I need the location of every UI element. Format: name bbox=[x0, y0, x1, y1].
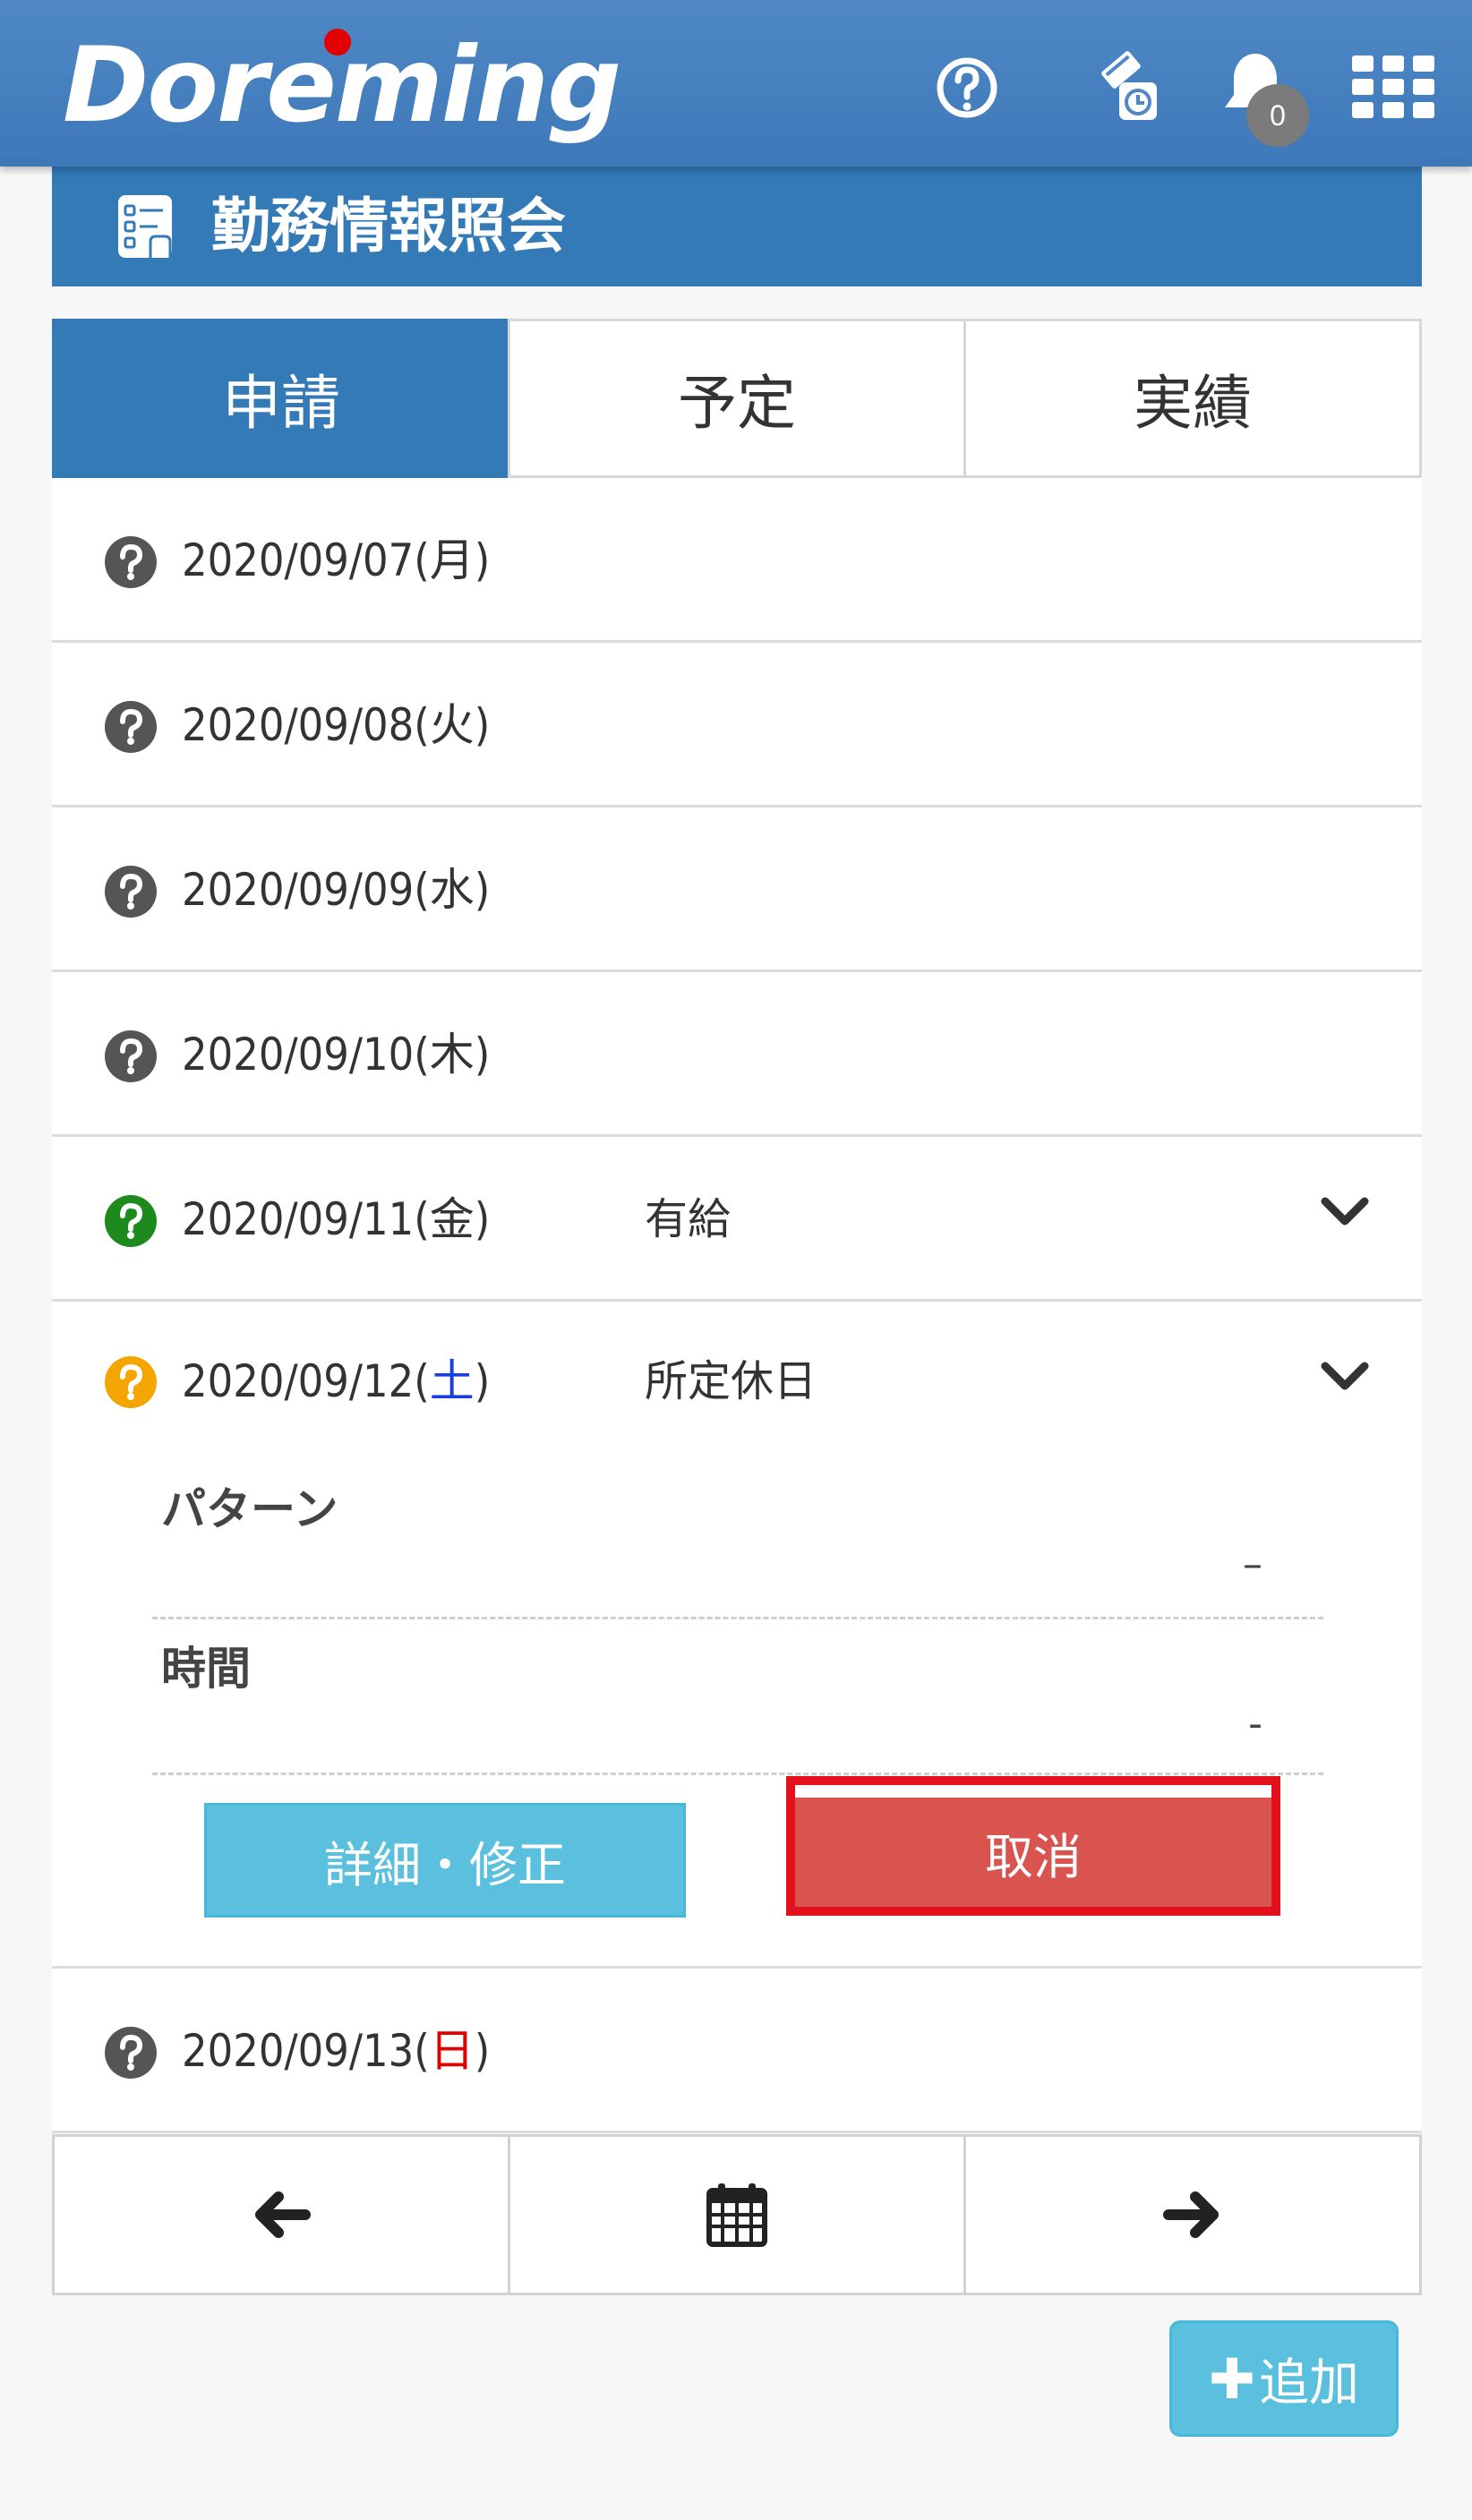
chevron-down-icon[interactable] bbox=[1318, 1359, 1372, 1395]
tab-bar: 申請 予定 実績 bbox=[52, 319, 1422, 478]
edit-details-button[interactable]: 詳細・修正 bbox=[204, 1803, 686, 1918]
row-request-type: 所定休日 bbox=[645, 1356, 817, 1406]
divider bbox=[152, 1617, 1323, 1619]
arrow-left-icon bbox=[255, 2191, 311, 2238]
arrow-right-icon bbox=[1163, 2191, 1219, 2238]
row-date: 2020/09/12 bbox=[182, 1355, 415, 1407]
list-item[interactable]: 2020/09/10(木) bbox=[52, 972, 1422, 1137]
pattern-label: パターン bbox=[161, 1483, 338, 1535]
row-date: 2020/09/10 bbox=[182, 1029, 415, 1081]
pattern-value: – bbox=[1243, 1542, 1262, 1587]
status-pending-question-icon bbox=[105, 1356, 157, 1408]
list-item[interactable]: 2020/09/07(月) bbox=[52, 478, 1422, 643]
time-label: 時間 bbox=[161, 1643, 251, 1695]
status-question-icon bbox=[105, 536, 157, 588]
app-header: Doreming 0 bbox=[0, 0, 1472, 167]
list-item-expanded[interactable]: 2020/09/12(土) 所定休日 パターン – 時間 - 詳細・修正 取消 bbox=[52, 1302, 1422, 1969]
tab-application[interactable]: 申請 bbox=[52, 319, 510, 478]
row-request-type: 有給 bbox=[645, 1194, 732, 1244]
previous-week-button[interactable] bbox=[52, 2134, 510, 2295]
row-date: 2020/09/07 bbox=[182, 534, 415, 586]
logo-dot bbox=[324, 29, 351, 56]
date-navigation bbox=[52, 2134, 1422, 2295]
row-weekday: 火 bbox=[429, 699, 475, 751]
row-weekday: 木 bbox=[429, 1029, 475, 1081]
add-request-button[interactable]: ✚ 追加 bbox=[1169, 2320, 1399, 2437]
list-item[interactable]: 2020/09/11(金) 有給 bbox=[52, 1137, 1422, 1302]
row-weekday: 月 bbox=[429, 534, 475, 586]
tab-schedule[interactable]: 予定 bbox=[508, 319, 966, 478]
status-question-icon bbox=[105, 2027, 157, 2079]
app-grid-icon[interactable] bbox=[1348, 43, 1438, 132]
row-weekday-sunday: 日 bbox=[429, 2025, 475, 2077]
row-date: 2020/09/11 bbox=[182, 1193, 415, 1245]
help-icon[interactable] bbox=[922, 43, 1012, 132]
plus-icon: ✚ bbox=[1209, 2345, 1255, 2412]
row-date: 2020/09/08 bbox=[182, 699, 415, 751]
row-weekday: 金 bbox=[429, 1193, 475, 1245]
time-value: - bbox=[1248, 1701, 1262, 1747]
page-title: 勤務情報照会 bbox=[211, 192, 566, 261]
cancel-highlight-box: 取消 bbox=[786, 1776, 1280, 1916]
tab-actual[interactable]: 実績 bbox=[963, 319, 1422, 478]
row-date: 2020/09/13 bbox=[182, 2025, 415, 2077]
status-approved-question-icon bbox=[105, 1195, 157, 1247]
list-item[interactable]: 2020/09/13(日) bbox=[52, 1969, 1422, 2133]
next-week-button[interactable] bbox=[963, 2134, 1422, 2295]
status-question-icon bbox=[105, 866, 157, 918]
schedule-sheet-icon bbox=[118, 195, 172, 258]
status-question-icon bbox=[105, 701, 157, 753]
divider bbox=[152, 1773, 1323, 1775]
list-item[interactable]: 2020/09/08(火) bbox=[52, 643, 1422, 807]
add-label: 追加 bbox=[1258, 2353, 1359, 2413]
request-list: 2020/09/07(月) 2020/09/08(火) 2020/09/09(水… bbox=[52, 478, 1422, 2133]
calendar-button[interactable] bbox=[508, 2134, 966, 2295]
list-item[interactable]: 2020/09/09(水) bbox=[52, 807, 1422, 972]
row-weekday-saturday: 土 bbox=[429, 1355, 475, 1407]
timecard-icon[interactable] bbox=[1083, 43, 1173, 132]
cancel-button[interactable]: 取消 bbox=[795, 1792, 1271, 1907]
page-title-bar: 勤務情報照会 bbox=[52, 167, 1422, 286]
notification-badge: 0 bbox=[1246, 84, 1309, 147]
row-date: 2020/09/09 bbox=[182, 864, 415, 916]
status-question-icon bbox=[105, 1030, 157, 1082]
chevron-down-icon[interactable] bbox=[1318, 1194, 1372, 1230]
calendar-icon bbox=[706, 2183, 767, 2247]
row-weekday: 水 bbox=[429, 864, 475, 916]
